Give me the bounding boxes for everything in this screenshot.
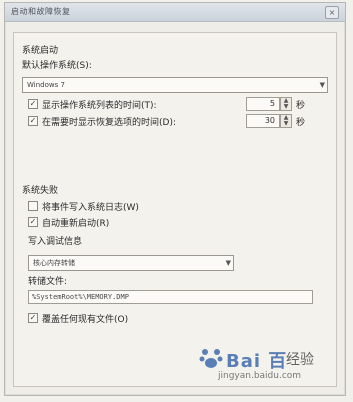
show-os-list-label: 显示操作系统列表的时间(T): [42, 101, 157, 111]
dump-file-label: 转储文件: [28, 277, 68, 287]
show-recovery-label: 在需要时显示恢复选项的时间(D): [42, 118, 176, 128]
show-os-list-unit: 秒 [296, 101, 306, 111]
auto-restart-label: 自动重新启动(R) [42, 219, 110, 229]
debug-info-select[interactable]: 核心内存转储 ▼ [28, 255, 234, 271]
paw-logo-icon [199, 349, 223, 368]
default-os-select[interactable]: Windows 7 ▼ [22, 77, 328, 93]
show-recovery-time[interactable]: 30 [246, 114, 280, 128]
window-title: 启动和故障恢复 [11, 7, 71, 16]
watermark-brand: Bai 百 [226, 351, 288, 372]
default-os-value: Windows 7 [27, 81, 65, 89]
default-os-label: 默认操作系统(S): [22, 61, 92, 71]
failure-section-title: 系统失败 [22, 186, 59, 196]
show-os-list-time[interactable]: 5 [246, 97, 280, 111]
chevron-down-icon: ▼ [225, 259, 231, 267]
auto-restart-checkbox[interactable]: ✓ [28, 217, 38, 227]
write-event-checkbox[interactable] [28, 201, 38, 211]
overwrite-label: 覆盖任何现有文件(O) [42, 315, 129, 325]
show-os-list-spinner[interactable]: ▲ ▼ [280, 97, 292, 111]
write-event-label: 将事件写入系统日志(W) [42, 203, 139, 213]
show-recovery-unit: 秒 [296, 118, 306, 128]
debug-info-label: 写入调试信息 [28, 237, 83, 247]
dump-file-field[interactable]: %SystemRoot%\MEMORY.DMP [28, 290, 313, 304]
startup-section-title: 系统启动 [22, 46, 59, 56]
title-bar: 启动和故障恢复 × [5, 3, 345, 22]
chevron-down-icon: ▼ [319, 81, 325, 89]
watermark-cn: 经验 [286, 352, 314, 368]
show-recovery-spinner[interactable]: ▲ ▼ [280, 114, 292, 128]
baidu-watermark: Bai 百 经验 jingyan.baidu.com [198, 343, 338, 389]
dialog-window: 启动和故障恢复 × 系统启动 默认操作系统(S): Windows 7 ▼ ✓ … [4, 2, 346, 396]
show-recovery-checkbox[interactable]: ✓ [28, 116, 38, 126]
dialog-content: 系统启动 默认操作系统(S): Windows 7 ▼ ✓ 显示操作系统列表的时… [13, 32, 337, 387]
close-button[interactable]: × [325, 6, 339, 19]
show-os-list-checkbox[interactable]: ✓ [28, 99, 38, 109]
overwrite-checkbox[interactable]: ✓ [28, 313, 38, 323]
watermark-url: jingyan.baidu.com [218, 371, 302, 381]
debug-info-value: 核心内存转储 [33, 259, 75, 267]
